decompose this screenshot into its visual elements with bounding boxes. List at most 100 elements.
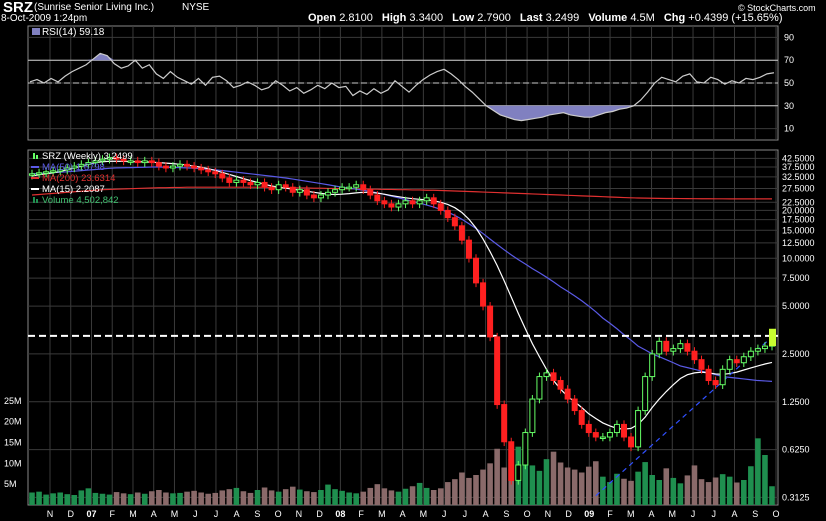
volume-bar [698,479,705,505]
candle-body [656,340,663,355]
volume-bar [614,473,620,505]
candle-body [592,432,599,438]
volume-bar [226,489,233,505]
volume-bar [120,493,127,505]
x-tick-label: N [545,509,552,519]
volume-bar [571,469,578,505]
volume-bar [374,484,381,505]
volume-bar [585,466,592,505]
volume-bar [233,487,240,505]
x-tick-label: A [400,509,406,519]
volume-bar [656,480,663,505]
volume-bar [282,489,289,505]
candle-body [642,376,649,412]
price-y-tick: 5.0000 [782,301,810,311]
candle-body [444,209,451,219]
volume-bar [92,492,99,505]
candle-body [162,165,169,169]
volume-bar [134,492,141,505]
volume-bar [78,490,85,505]
candle-body [529,398,536,434]
volume-bar [663,468,670,505]
x-tick-label: J [691,509,696,519]
x-tick-label: F [109,509,115,519]
candle-body [198,167,205,171]
x-tick-label: J [214,509,219,519]
volume-bar [480,469,486,505]
volume-bar [395,491,402,505]
candle-body [346,186,353,190]
volume-bar [36,491,42,505]
candle-body [268,186,275,191]
candle-body [367,189,374,196]
candle-body [670,348,677,352]
candle-body [416,200,423,205]
volume-bar [304,491,310,505]
volume-bar [621,478,627,505]
candle-body [494,336,501,406]
candle-body [296,189,303,193]
volume-bar [141,493,148,505]
candle-body [480,282,487,307]
price-y-tick: 37.5000 [782,162,815,172]
legend-ma200-text: MA(200) 23.6314 [42,173,115,184]
candle-body [515,464,522,481]
candle-body [317,194,324,199]
volume-bar [318,490,324,505]
candle-body [487,305,494,338]
candle-body [501,404,508,443]
x-tick-label: O [772,509,779,519]
candle-body [226,177,233,183]
candle-body [599,436,606,440]
volume-bar [466,477,472,505]
legend-ma50-text: MA(50) 1.6798 [42,162,105,173]
volume-bar [99,493,106,505]
last-candle-highlight [769,328,776,347]
candle-body [275,184,282,191]
x-tick-label: A [234,509,240,519]
candle-body [402,200,409,205]
candle-body [353,184,360,188]
volume-bar [57,492,63,505]
legend-ma15-text: MA(15) 2.2087 [42,184,105,195]
volume-bar [593,461,599,505]
volume-bar [247,492,254,505]
candle-body [747,350,754,358]
volume-y-tick: 20M [4,417,22,427]
rsi-y-tick: 50 [784,78,794,88]
rsi-y-tick: 30 [784,101,794,111]
volume-y-tick: 15M [4,438,22,448]
x-tick-label: S [254,509,260,519]
candle-body [169,165,176,169]
volume-bar [289,486,296,505]
candle-body [508,441,515,481]
candle-body [219,173,226,179]
x-tick-label: S [503,509,509,519]
volume-bar [445,482,451,505]
candle-body [543,372,550,378]
candle-body [458,225,465,241]
candle-body [585,423,592,434]
candle-body [451,217,458,227]
candle-body [155,162,162,167]
x-tick-label: J [442,509,447,519]
volume-bar [705,482,712,505]
price-y-tick: 0.3125 [782,492,810,502]
candle-body [254,181,261,186]
volume-bar [388,490,395,505]
rsi-legend-swatch [32,28,40,35]
volume-bar [275,491,282,505]
volume-bar [600,476,606,505]
price-y-tick: 0.6250 [782,445,810,455]
x-tick-label: A [151,509,157,519]
candle-body [395,203,402,208]
candle-body [628,436,635,448]
x-tick-label: N [296,509,303,519]
candle-body [332,189,339,193]
volume-bar [339,490,345,505]
candle-body [712,380,719,386]
volume-bar [452,479,458,505]
stock-chart: N D 07 F M A M J J A S O N D 08 F M A M J J A S O N D 09 F M A M J J A S O 9… [4,25,815,519]
volume-bar [564,467,571,505]
legend-price-swatch [33,153,35,159]
